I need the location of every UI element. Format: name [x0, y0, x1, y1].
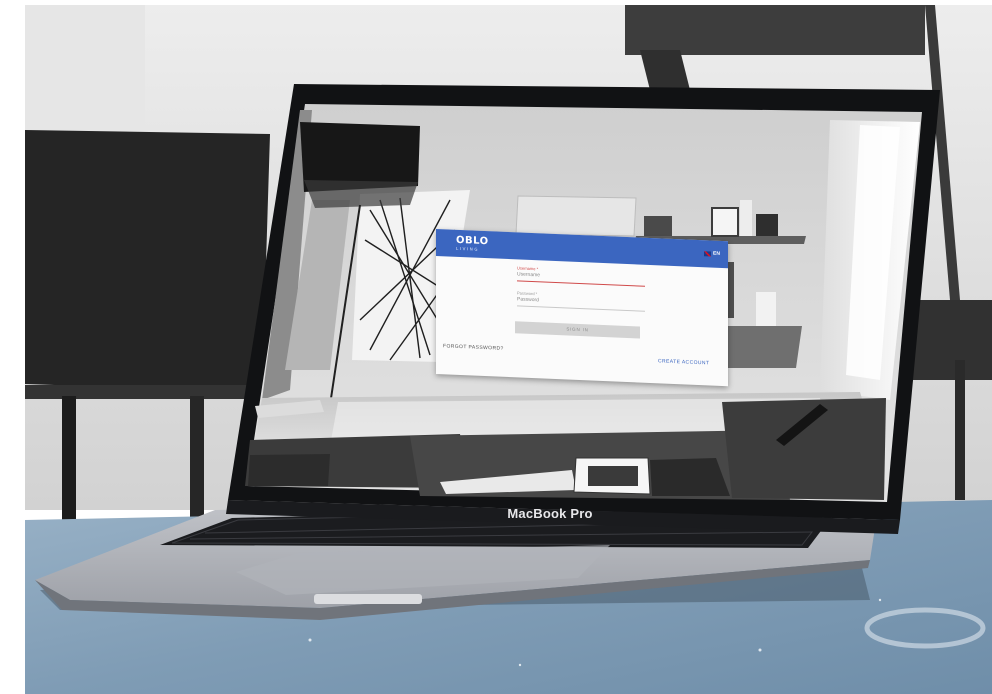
language-selector[interactable]: EN	[704, 250, 720, 257]
password-input[interactable]: Password	[517, 296, 539, 303]
password-label: Password *	[517, 290, 538, 297]
forgot-password-link[interactable]: FORGOT PASSWORD?	[443, 343, 504, 352]
device-brand-label: MacBook Pro	[507, 506, 593, 521]
login-card: OBLO LIVING EN Username * Username Passw…	[436, 229, 728, 387]
username-label: Username *	[517, 265, 539, 272]
sign-in-button[interactable]: SIGN IN	[515, 321, 640, 339]
uk-flag-icon	[704, 250, 712, 257]
username-input[interactable]: Username	[517, 271, 540, 278]
password-underline	[517, 305, 645, 312]
login-dialog: OBLO LIVING EN Username * Username Passw…	[436, 229, 728, 387]
username-underline	[517, 280, 645, 287]
brand-logo-subtitle: LIVING	[456, 245, 480, 252]
login-header: OBLO LIVING EN	[436, 229, 728, 269]
language-label: EN	[713, 250, 720, 257]
create-account-link[interactable]: CREATE ACCOUNT	[658, 358, 709, 366]
